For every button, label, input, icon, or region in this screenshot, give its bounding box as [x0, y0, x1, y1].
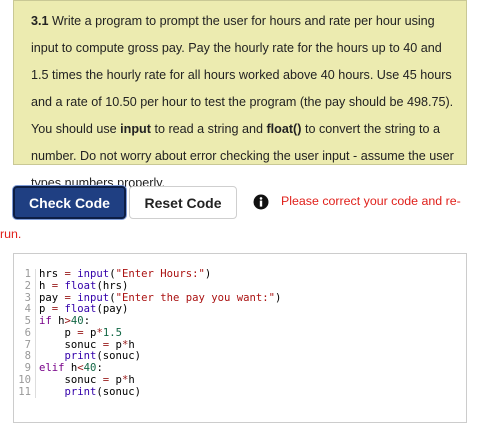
code-text[interactable]: hrs = input("Enter Hours:") [36, 268, 211, 281]
prompt-text-1: Write a program to prompt the user for h… [31, 14, 454, 136]
line-number: 6 [14, 327, 36, 340]
line-number: 1 [14, 268, 36, 281]
code-editor[interactable]: 1 hrs = input("Enter Hours:") 2 h = float(h… [13, 253, 467, 423]
reset-code-button[interactable]: Reset Code [129, 186, 237, 219]
line-number: 11 [14, 386, 36, 399]
exercise-prompt: 3.1 Write a program to prompt the user f… [13, 0, 467, 190]
code-line[interactable]: 6 p = p*1.5 [14, 327, 466, 340]
prompt-text-2: to read a string and [150, 122, 267, 136]
prompt-keyword-float: float() [266, 122, 302, 136]
line-number: 10 [14, 374, 36, 387]
line-number: 9 [14, 362, 36, 375]
prompt-keyword-input: input [120, 122, 151, 136]
check-code-button[interactable]: Check Code [13, 186, 126, 219]
info-circle-icon[interactable] [253, 194, 269, 210]
exercise-number: 3.1 [31, 14, 49, 28]
feedback-message-continued: run. [0, 227, 22, 241]
code-lines[interactable]: 1 hrs = input("Enter Hours:") 2 h = float(h… [14, 268, 466, 399]
code-text[interactable]: print(sonuc) [36, 386, 142, 399]
code-text[interactable]: elif h<40: [36, 362, 103, 375]
line-number: 2 [14, 280, 36, 293]
code-line[interactable]: 9 elif h<40: [14, 362, 466, 375]
line-number: 5 [14, 315, 36, 328]
feedback-message: Please correct your code and re- [281, 194, 461, 208]
code-line[interactable]: 11 print(sonuc) [14, 386, 466, 399]
